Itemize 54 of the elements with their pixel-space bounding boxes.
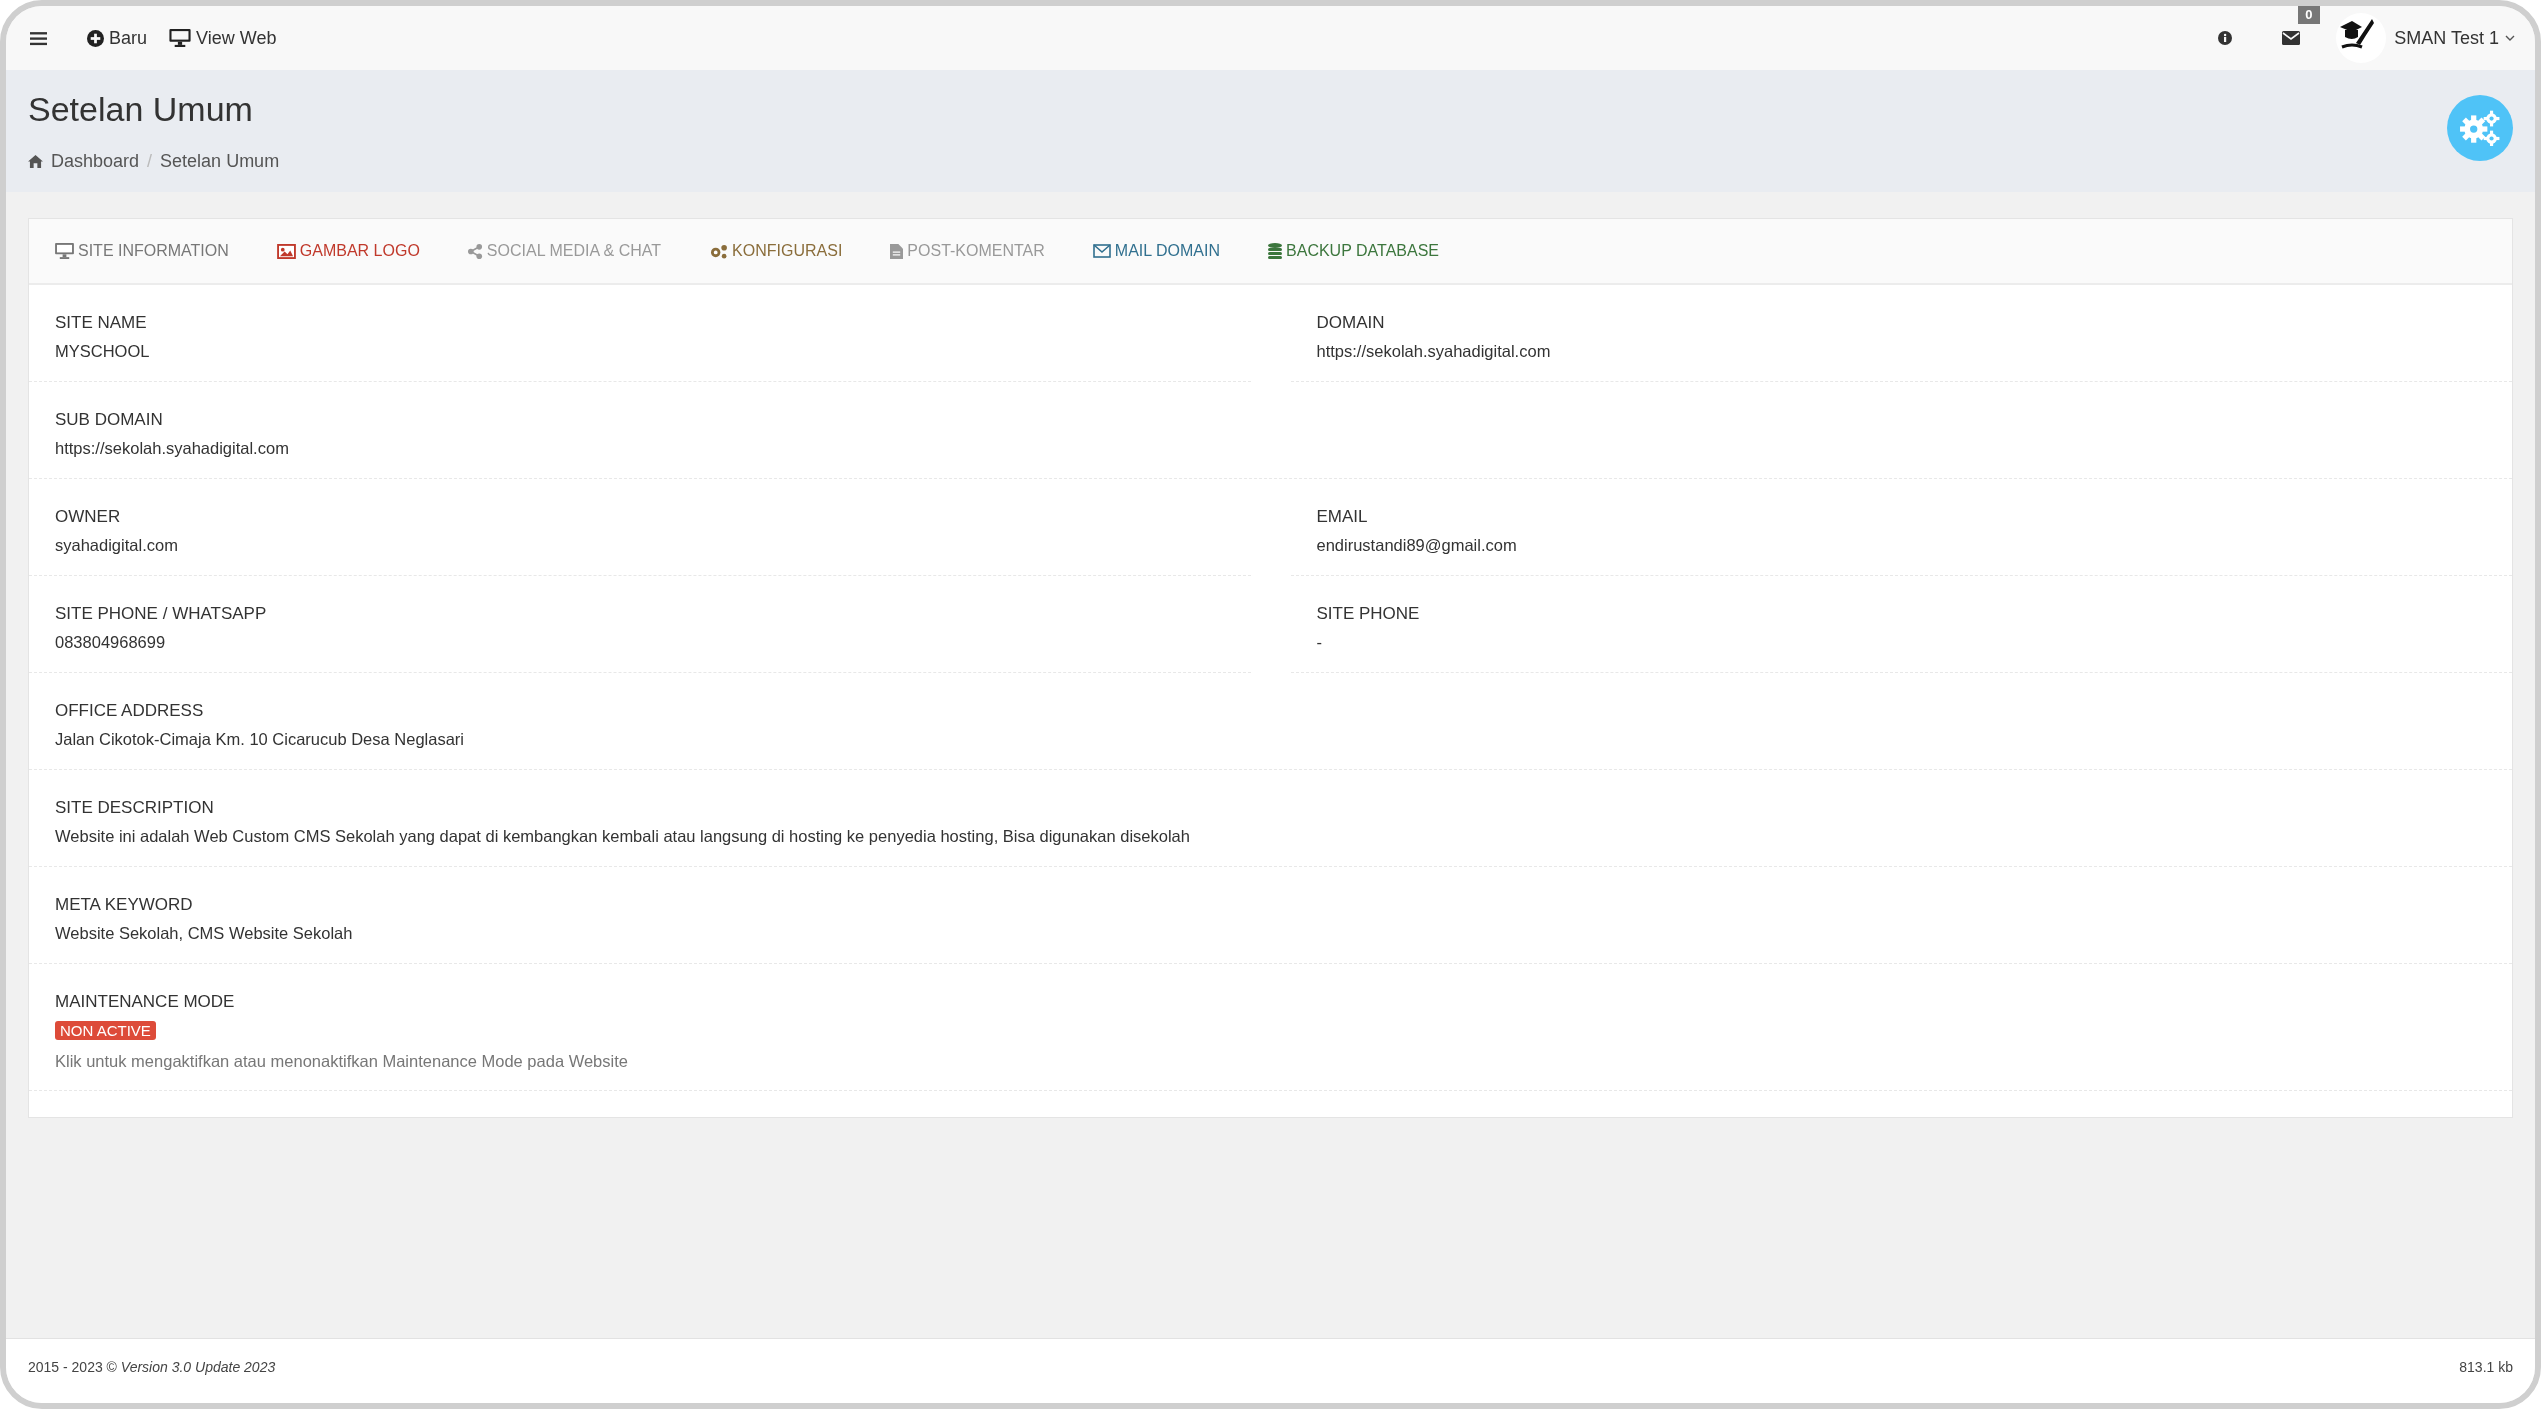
page-size-text: 813.1 kb — [2459, 1359, 2513, 1375]
field-label: EMAIL — [1316, 507, 1369, 527]
tab[interactable]: MAIL DOMAIN — [1092, 242, 1221, 260]
monitor-icon — [169, 29, 192, 47]
field-label: SUB DOMAIN — [55, 410, 164, 430]
field-label: OWNER — [55, 507, 122, 527]
gears-icon — [709, 243, 729, 259]
envelope-icon[interactable] — [2282, 31, 2301, 45]
field-value: https://sekolah.syahadigital.com — [1316, 342, 1552, 362]
field-label: SITE NAME — [55, 313, 148, 333]
breadcrumb-separator: / — [147, 151, 153, 172]
info-icon[interactable] — [2218, 31, 2233, 45]
status-badge[interactable]: NON ACTIVE — [55, 1021, 156, 1040]
field-value: - — [1316, 633, 1323, 653]
user-menu-button[interactable]: SMAN Test 1 — [2394, 27, 2515, 49]
caret-icon — [2505, 35, 2515, 41]
field-label: MAINTENANCE MODE — [55, 992, 236, 1012]
tab[interactable]: GAMBAR LOGO — [276, 242, 420, 260]
field-value: MYSCHOOL — [55, 342, 151, 362]
envelope-icon — [1092, 244, 1111, 258]
share-icon — [467, 243, 483, 259]
tab[interactable]: SITE INFORMATION — [55, 242, 229, 260]
field-label: SITE DESCRIPTION — [55, 798, 215, 818]
field-value: endirustandi89@gmail.com — [1316, 536, 1518, 556]
document-icon — [890, 243, 904, 259]
tab[interactable]: POST-KOMENTAR — [890, 242, 1045, 260]
database-icon — [1268, 243, 1283, 259]
gears-icon — [2459, 110, 2501, 146]
monitor-icon — [55, 243, 74, 259]
page-title: Setelan Umum — [28, 90, 254, 129]
image-icon — [276, 243, 296, 259]
field-value: https://sekolah.syahadigital.com — [55, 439, 290, 459]
field-value: 083804968699 — [55, 633, 167, 653]
tab[interactable]: SOCIAL MEDIA & CHAT — [467, 242, 662, 260]
notification-badge: 0 — [2298, 6, 2320, 24]
help-text: Klik untuk mengaktifkan atau menonaktifkan Maintenance Mode pada Website — [55, 1052, 629, 1071]
home-icon — [28, 155, 43, 168]
field-value: Website ini adalah Web Custom CMS Sekolah yang dapat di kembangkan kembali atau langsung di hosting ke penyedia hosting, Bisa digunakan disekolah — [55, 827, 1191, 847]
field-label: DOMAIN — [1316, 313, 1386, 333]
field-label: SITE PHONE — [1316, 604, 1421, 624]
field-value: Website Sekolah, CMS Website Sekolah — [55, 924, 354, 944]
field-label: SITE PHONE / WHATSAPP — [55, 604, 268, 624]
copyright-text: 2015 - 2023 © Version 3.0 Update 2023 — [28, 1359, 276, 1375]
field-value: syahadigital.com — [55, 536, 179, 556]
view-web-link[interactable]: View Web — [169, 27, 277, 49]
breadcrumb-link[interactable]: Dashboard — [28, 151, 140, 172]
tab[interactable]: KONFIGURASI — [709, 242, 843, 260]
field-value: Jalan Cikotok-Cimaja Km. 10 Cicarucub Desa Neglasari — [55, 730, 465, 750]
field-label: META KEYWORD — [55, 895, 194, 915]
field-label: OFFICE ADDRESS — [55, 701, 205, 721]
new-link[interactable]: Baru — [87, 27, 148, 49]
tab[interactable]: BACKUP DATABASE — [1268, 242, 1439, 260]
breadcrumb-current: Setelan Umum — [160, 151, 280, 172]
plus-circle-icon — [87, 29, 104, 47]
